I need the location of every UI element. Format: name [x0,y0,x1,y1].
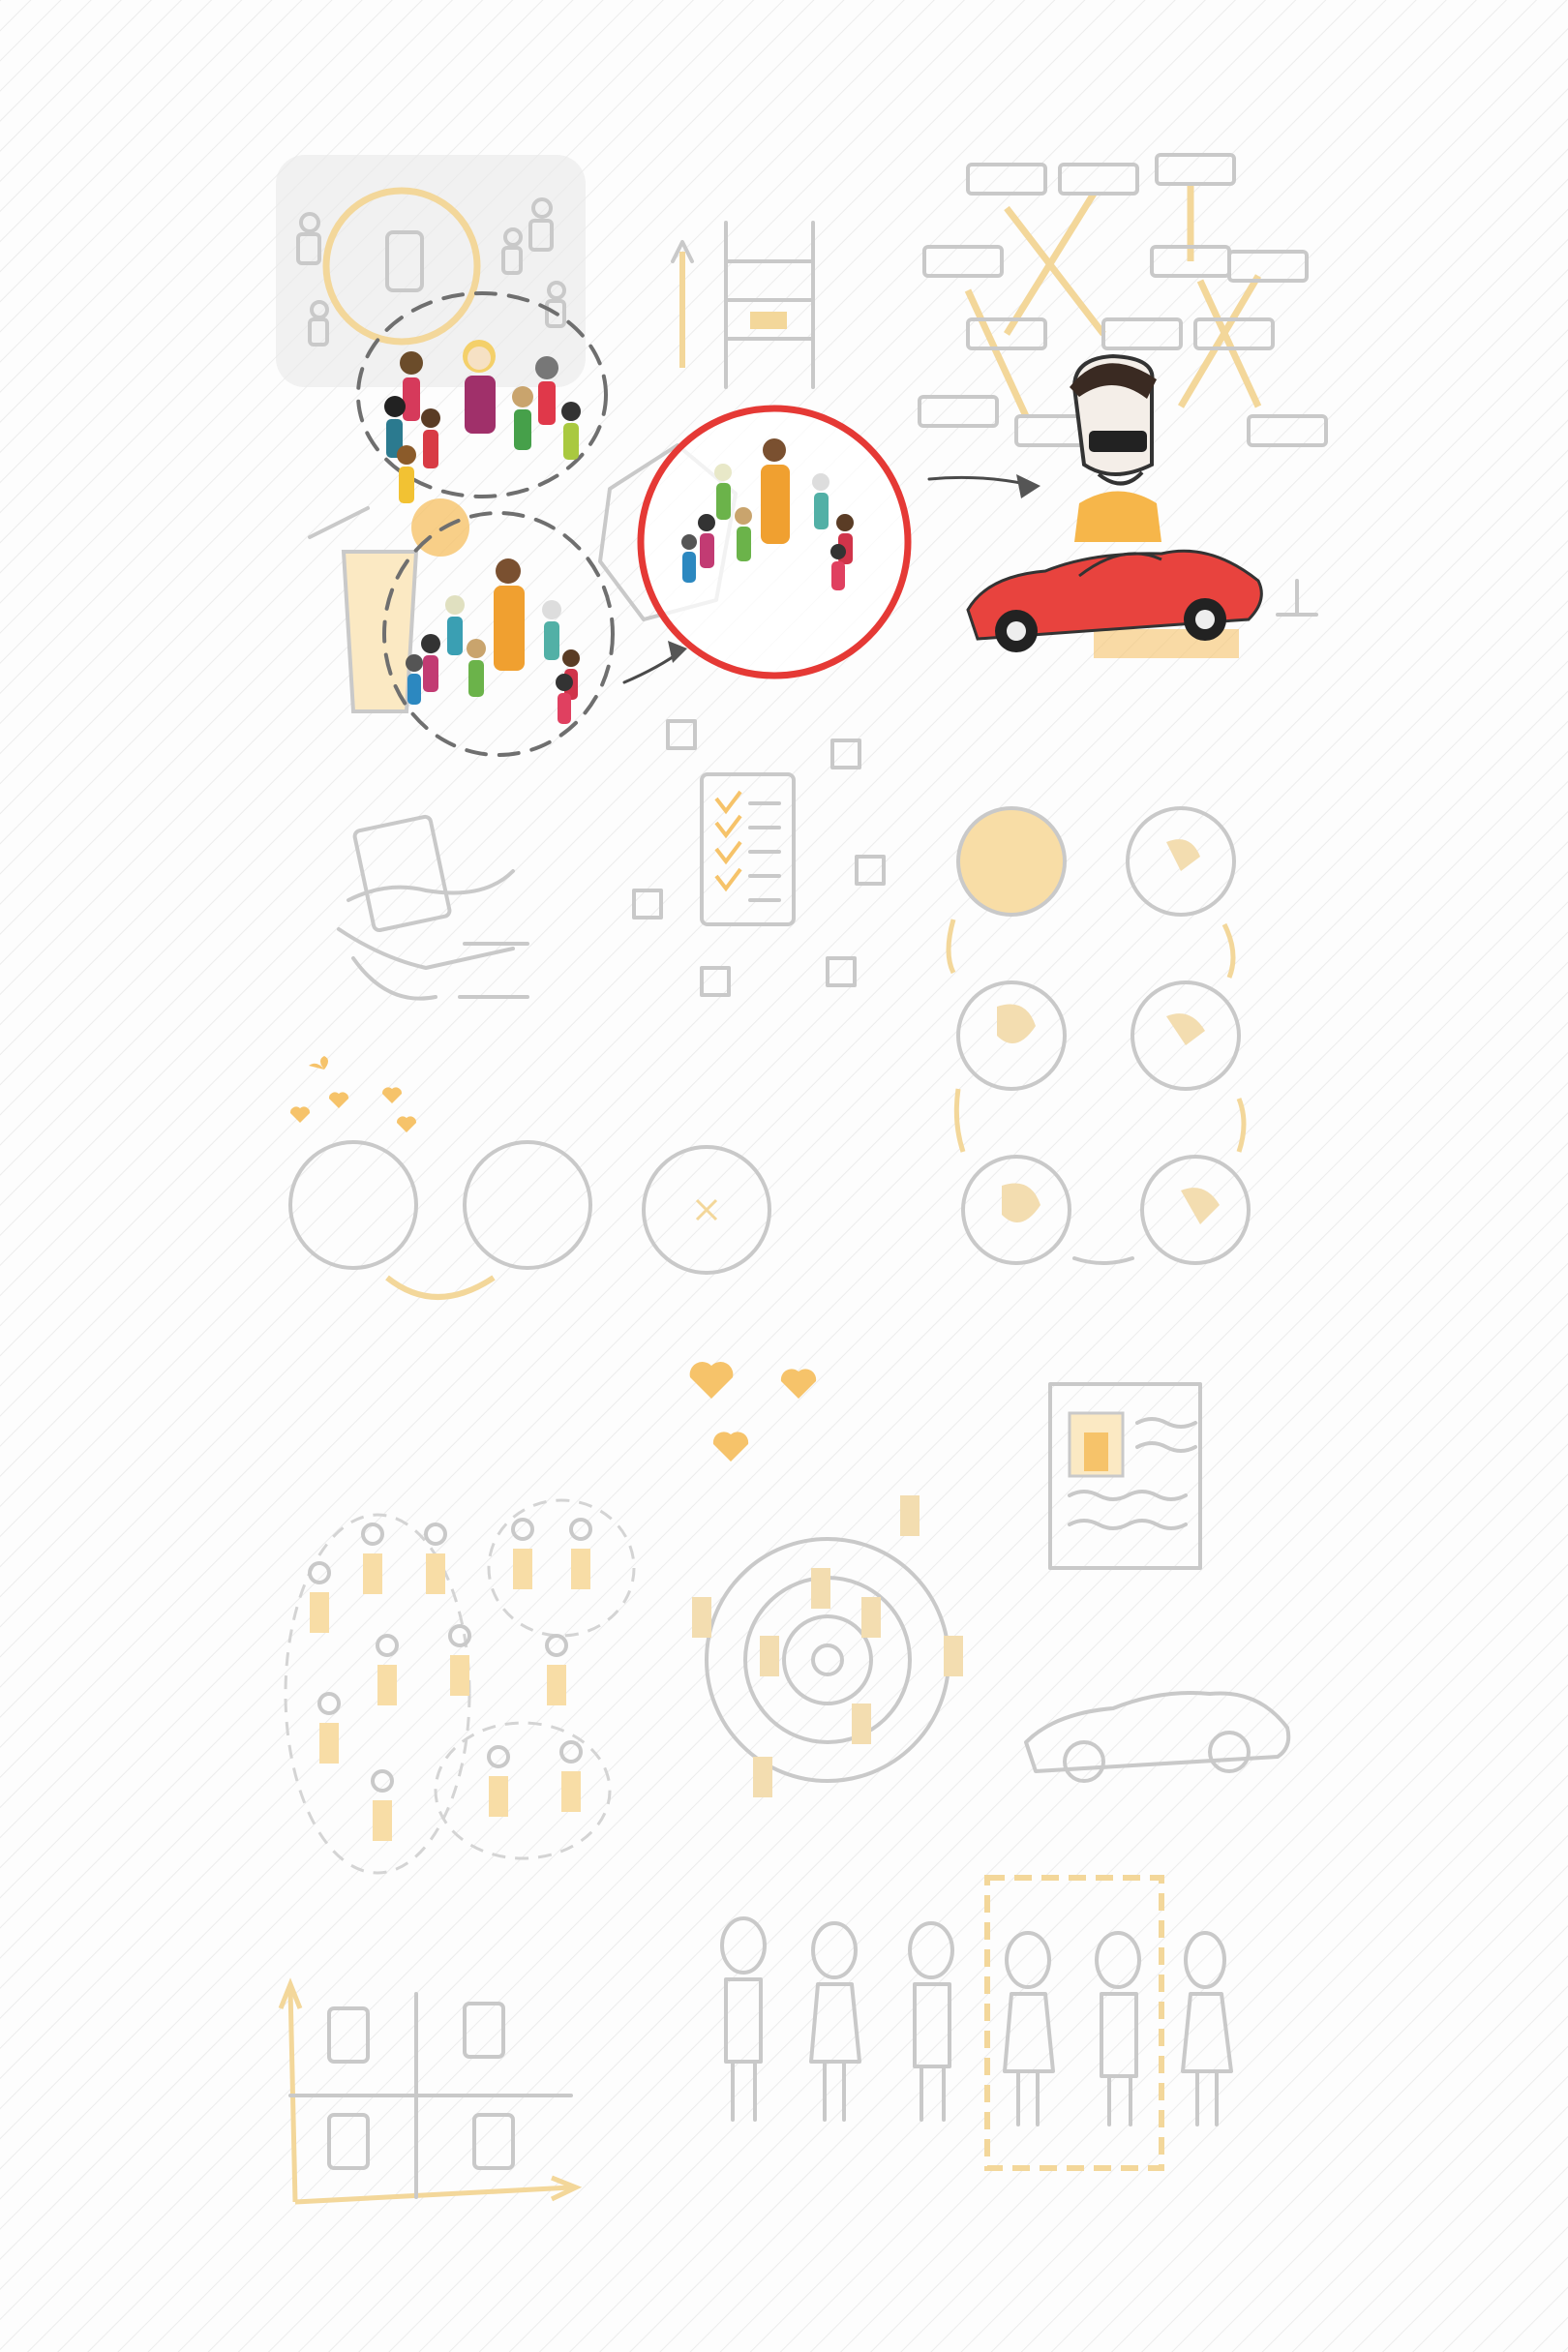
illustration-canvas [0,0,1568,2352]
businessman-icon [1070,353,1161,542]
selected-group-panel [637,405,912,679]
sketch-illustration [0,0,1568,2352]
globe-icon [956,806,1067,917]
hatched-background [0,0,1568,2352]
